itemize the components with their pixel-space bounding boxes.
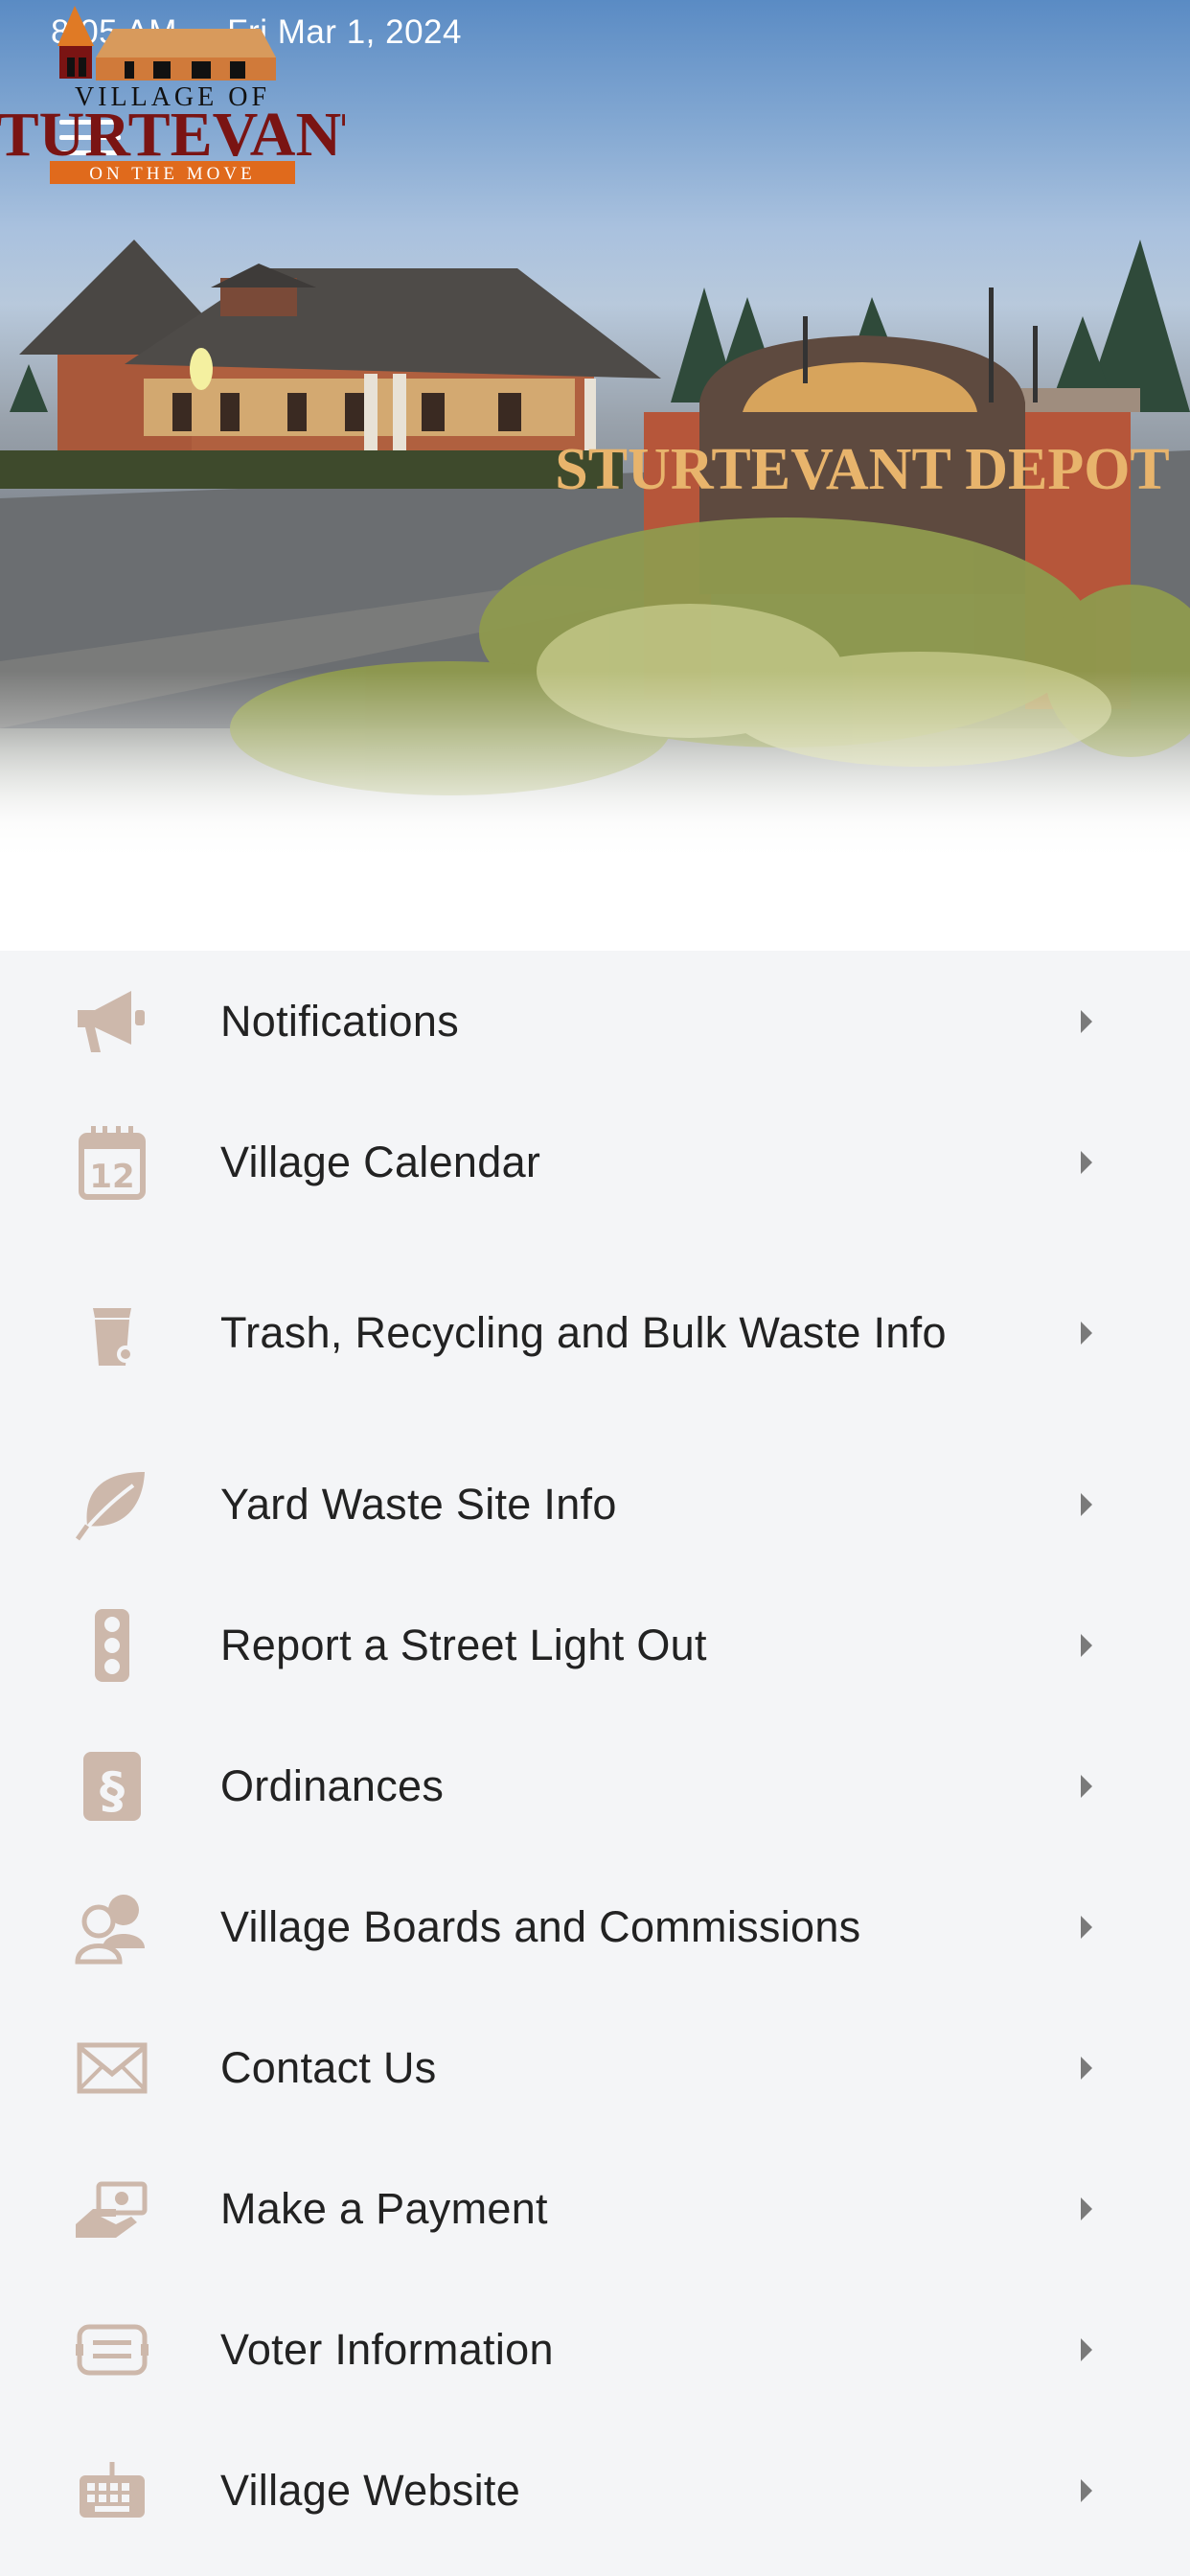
calendar-icon: 12 [71, 1124, 153, 1201]
menu-item-label: Contact Us [220, 2042, 437, 2092]
keyboard-icon [71, 2452, 153, 2529]
megaphone-icon [71, 983, 153, 1060]
menu-item-label: Voter Information [220, 2324, 554, 2374]
menu-item-make-payment[interactable]: Make a Payment [0, 2138, 1190, 2279]
menu-item-contact-us[interactable]: Contact Us [0, 1997, 1190, 2138]
chevron-right-icon [1081, 2056, 1092, 2080]
section-sign-icon: § [71, 1748, 153, 1825]
envelope-icon [71, 2030, 153, 2106]
menu-item-label: Village Boards and Commissions [220, 1901, 861, 1951]
logo-line2: STURTEVANT [0, 100, 345, 170]
chevron-right-icon [1081, 1915, 1092, 1939]
menu-item-street-light[interactable]: Report a Street Light Out [0, 1575, 1190, 1715]
village-logo: VILLAGE OF STURTEVANT ON THE MOVE [0, 6, 345, 184]
chevron-right-icon [1081, 2196, 1092, 2220]
menu-item-notifications[interactable]: Notifications [0, 951, 1190, 1092]
traffic-light-icon [71, 1607, 153, 1684]
chevron-right-icon [1081, 2337, 1092, 2361]
menu-item-label: Trash, Recycling and Bulk Waste Info [220, 1308, 947, 1357]
chevron-right-icon [1081, 1009, 1092, 1033]
svg-text:§: § [100, 1762, 125, 1820]
menu-item-label: Report a Street Light Out [220, 1620, 707, 1669]
menu-item-voter-information[interactable]: Voter Information [0, 2279, 1190, 2420]
hand-money-icon [71, 2171, 153, 2247]
menu-item-trash-recycling[interactable]: Trash, Recycling and Bulk Waste Info [0, 1232, 1190, 1434]
menu-item-label: Village Calendar [220, 1137, 541, 1186]
chevron-right-icon [1081, 2478, 1092, 2502]
main-menu-list: Notifications 12 Village Calendar Trash,… [0, 951, 1190, 2561]
header-banner: STURTEVANT DEPOT 8:05 AM Fri Ma [0, 0, 1190, 951]
menu-item-boards-commissions[interactable]: Village Boards and Commissions [0, 1856, 1190, 1997]
menu-item-village-calendar[interactable]: 12 Village Calendar [0, 1092, 1190, 1232]
chevron-right-icon [1081, 1492, 1092, 1516]
menu-item-label: Make a Payment [220, 2183, 548, 2233]
sign-text: STURTEVANT DEPOT [555, 437, 1170, 502]
leaf-icon [71, 1466, 153, 1543]
users-icon [71, 1889, 153, 1966]
trash-bin-icon [71, 1295, 153, 1371]
chevron-right-icon [1081, 1150, 1092, 1174]
menu-item-label: Notifications [220, 996, 460, 1046]
menu-item-yard-waste[interactable]: Yard Waste Site Info [0, 1434, 1190, 1575]
chevron-right-icon [1081, 1322, 1092, 1345]
menu-item-label: Village Website [220, 2465, 521, 2515]
ballot-icon [71, 2312, 153, 2388]
menu-item-village-website[interactable]: Village Website [0, 2420, 1190, 2561]
logo-line3: ON THE MOVE [89, 164, 255, 184]
menu-item-ordinances[interactable]: § Ordinances [0, 1715, 1190, 1856]
svg-text:12: 12 [89, 1158, 134, 1196]
menu-item-label: Ordinances [220, 1760, 445, 1810]
menu-item-label: Yard Waste Site Info [220, 1479, 617, 1529]
chevron-right-icon [1081, 1774, 1092, 1798]
chevron-right-icon [1081, 1633, 1092, 1657]
